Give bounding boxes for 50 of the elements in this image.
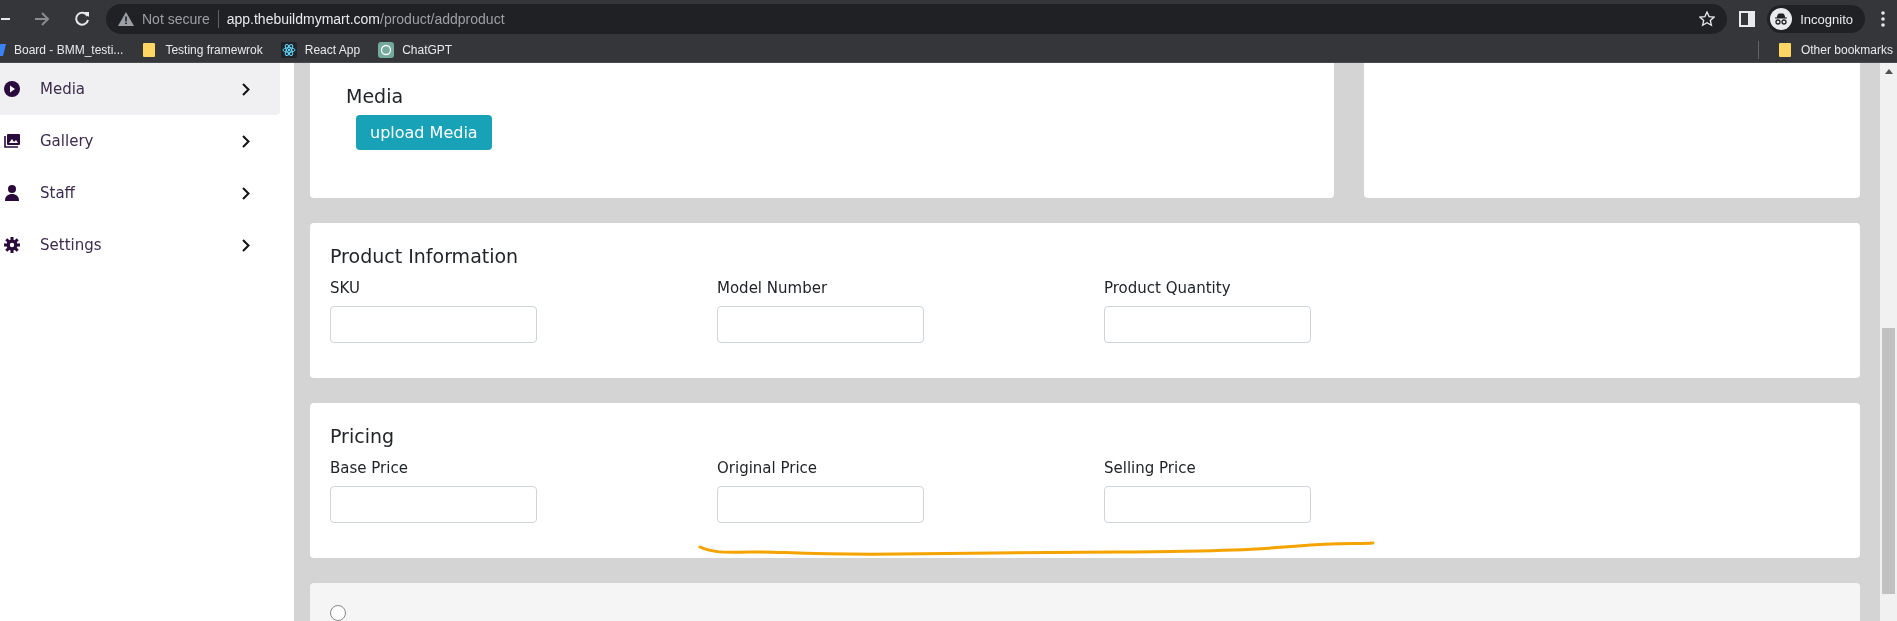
- forward-arrow-icon[interactable]: [34, 12, 50, 26]
- input-field[interactable]: [1104, 486, 1311, 523]
- sidebar-item[interactable]: Staff: [0, 167, 280, 219]
- incognito-icon: [1770, 8, 1793, 30]
- folder-icon: [1776, 42, 1793, 58]
- section-heading: Product Information: [330, 245, 520, 267]
- sidebar-item[interactable]: Media: [0, 63, 280, 115]
- profile-chip[interactable]: Incognito: [1767, 5, 1865, 33]
- input-field[interactable]: [1104, 306, 1311, 343]
- person-icon: [4, 185, 20, 201]
- input-field[interactable]: [717, 306, 924, 343]
- folder-icon: [141, 42, 158, 58]
- warning-icon: [118, 12, 134, 26]
- bookmark-link[interactable]: ChatGPT: [378, 42, 453, 58]
- atom-icon: [280, 42, 297, 58]
- input-field[interactable]: [717, 486, 924, 523]
- star-icon[interactable]: [1699, 11, 1716, 27]
- sidebar-item[interactable]: Settings: [0, 219, 280, 271]
- bookmark-folder[interactable]: Other bookmarks: [1776, 42, 1893, 58]
- reload-icon[interactable]: [74, 11, 90, 27]
- chevron-right-icon: [242, 238, 250, 252]
- field-label: Selling Price: [1104, 459, 1197, 477]
- url-text: app.thebuildmymart.com/product/addproduct: [226, 11, 505, 27]
- section-heading: Pricing: [330, 425, 396, 447]
- bookmark-link[interactable]: Board - BMM_testi...: [0, 42, 124, 58]
- input-field[interactable]: [330, 486, 537, 523]
- settings-icon: [4, 237, 20, 253]
- bookmark-link[interactable]: React App: [280, 42, 361, 58]
- chevron-right-icon: [242, 186, 250, 200]
- scrollbar[interactable]: [1880, 63, 1897, 621]
- bookmark-link[interactable]: Testing framewrok: [141, 42, 263, 58]
- more-menu-icon[interactable]: [1881, 11, 1885, 27]
- scroll-up-icon[interactable]: [1884, 69, 1893, 74]
- address-bar[interactable]: Not secure app.thebuildmymart.com/product/addproduct: [106, 4, 1728, 34]
- side-panel-icon[interactable]: [1739, 11, 1756, 27]
- field-label: SKU: [330, 279, 361, 297]
- section-heading: Media: [346, 85, 405, 107]
- field-label: Model Number: [717, 279, 829, 297]
- radio-button[interactable]: [330, 605, 346, 621]
- chevron-right-icon: [242, 82, 250, 96]
- field-label: Product Quantity: [1104, 279, 1232, 297]
- images-icon: [4, 133, 20, 149]
- play-icon: [4, 81, 20, 97]
- input-field[interactable]: [330, 306, 537, 343]
- field-label: Original Price: [717, 459, 819, 477]
- security-label: Not secure: [142, 11, 210, 27]
- chevron-right-icon: [242, 134, 250, 148]
- sidebar-item[interactable]: Gallery: [0, 115, 280, 167]
- field-label: Base Price: [330, 459, 409, 477]
- scrollbar-thumb[interactable]: [1882, 328, 1895, 594]
